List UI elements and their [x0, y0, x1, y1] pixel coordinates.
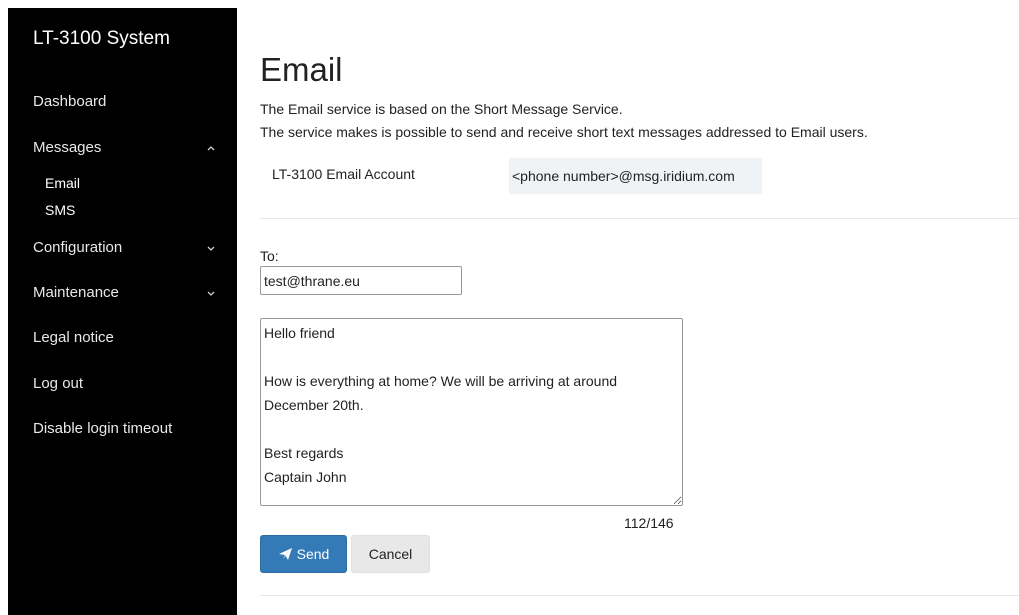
sidebar-subitem-sms[interactable]: SMS	[45, 202, 75, 218]
sidebar-item-dashboard[interactable]: Dashboard	[33, 93, 106, 110]
email-account-value: <phone number>@msg.iridium.com	[509, 158, 762, 194]
top-border	[0, 0, 1019, 8]
paper-plane-icon	[278, 547, 293, 561]
description-line-1: The Email service is based on the Short …	[260, 101, 623, 117]
character-counter: 112/146	[624, 515, 674, 531]
send-button-label: Send	[296, 546, 330, 562]
sidebar-item-messages[interactable]: Messages	[33, 139, 101, 156]
cancel-button[interactable]: Cancel	[351, 535, 430, 573]
message-textarea[interactable]: Hello friend How is everything at home? …	[260, 318, 683, 506]
chevron-up-icon[interactable]	[205, 142, 217, 154]
bottom-divider	[260, 595, 1019, 596]
sidebar-subitem-email[interactable]: Email	[45, 175, 80, 191]
sidebar: LT-3100 System Dashboard Messages Email …	[8, 8, 237, 615]
sidebar-item-log-out[interactable]: Log out	[33, 375, 83, 392]
to-label: To:	[260, 248, 279, 264]
sidebar-item-maintenance[interactable]: Maintenance	[33, 284, 119, 301]
chevron-down-icon[interactable]	[205, 242, 217, 254]
email-account-label: LT-3100 Email Account	[272, 166, 415, 182]
sidebar-item-disable-login-timeout[interactable]: Disable login timeout	[33, 420, 172, 437]
page-title: Email	[260, 51, 343, 88]
chevron-down-icon[interactable]	[205, 287, 217, 299]
sidebar-item-configuration[interactable]: Configuration	[33, 239, 122, 256]
send-button[interactable]: Send	[260, 535, 347, 573]
divider	[260, 218, 1019, 219]
description-line-2: The service makes is possible to send an…	[260, 124, 868, 140]
sidebar-item-legal-notice[interactable]: Legal notice	[33, 329, 114, 346]
main-content: Email The Email service is based on the …	[237, 8, 1019, 615]
brand-title: LT-3100 System	[33, 28, 170, 49]
to-input[interactable]	[260, 266, 462, 295]
